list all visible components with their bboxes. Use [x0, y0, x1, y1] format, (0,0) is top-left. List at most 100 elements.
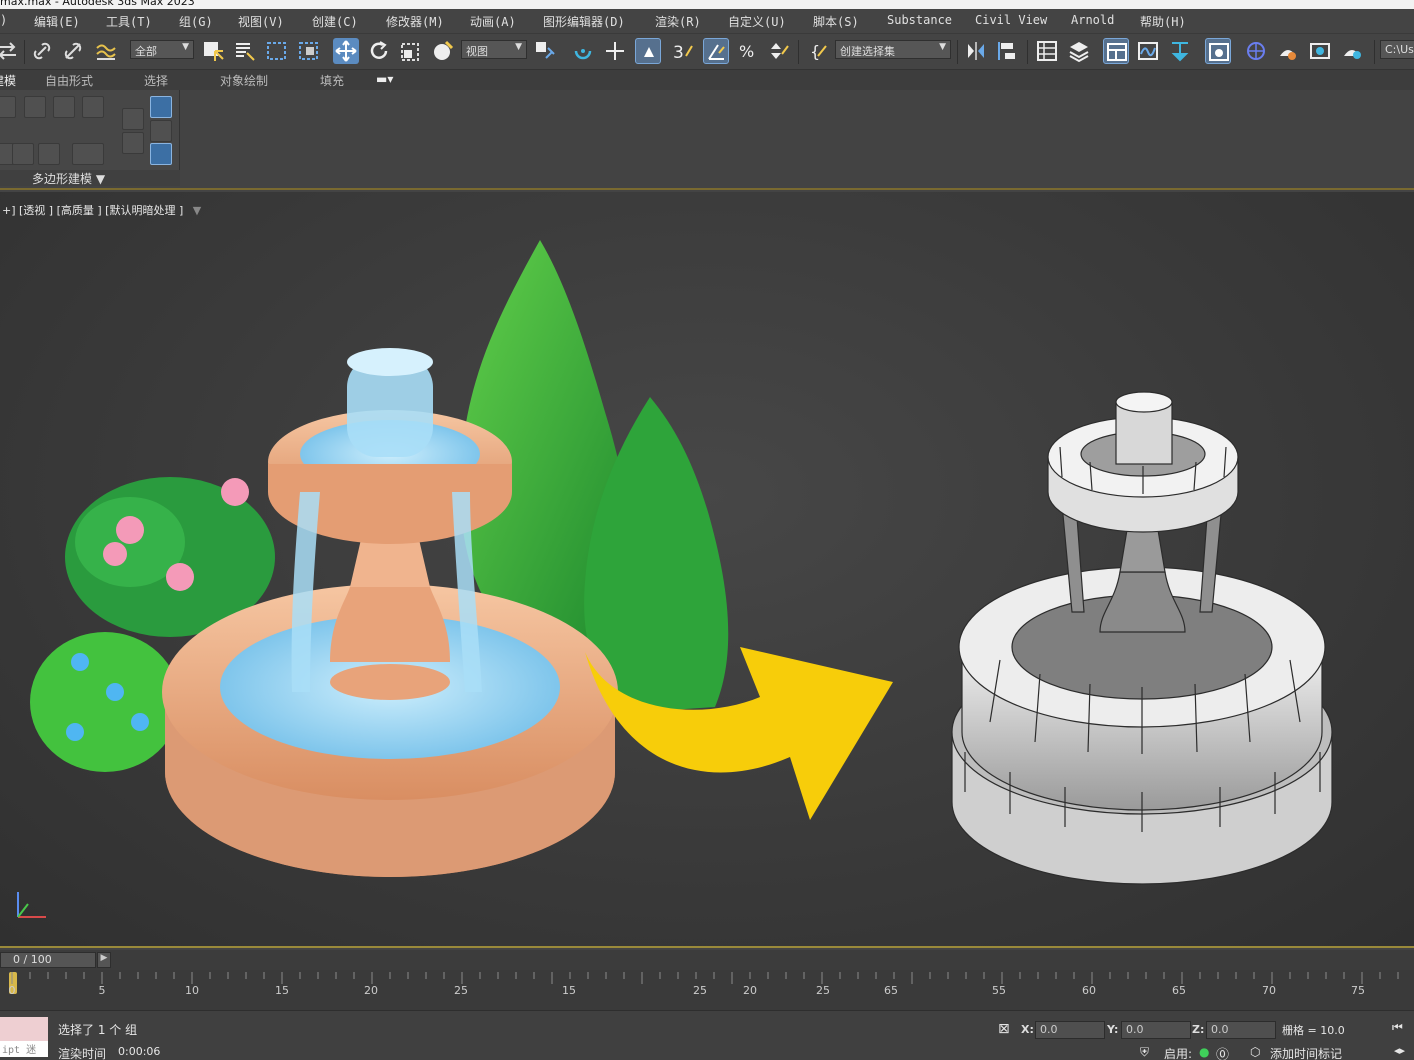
- perspective-viewport[interactable]: +] [透视 ] [高质量 ] [默认明暗处理 ] ▼: [0, 192, 1414, 948]
- vertex-mode-icon[interactable]: [0, 96, 16, 118]
- menu-item-tools[interactable]: 工具(T): [106, 13, 152, 30]
- add-time-tag-button[interactable]: 添加时间标记: [1270, 1045, 1342, 1060]
- undo-redo-icon[interactable]: [0, 38, 20, 64]
- y-label: Y:: [1107, 1023, 1119, 1036]
- menu-item-scripting[interactable]: 脚本(S): [813, 13, 859, 30]
- element-mode-icon[interactable]: [82, 96, 104, 118]
- maxscript-listener[interactable]: ipt 迷: [0, 1017, 48, 1057]
- tick-label: 25: [454, 984, 468, 997]
- preserve-uvs-icon[interactable]: [150, 120, 172, 142]
- ribbon-panel: 多边形建模 ▼: [0, 90, 1414, 190]
- menu-item-create[interactable]: 创建(C): [312, 13, 358, 30]
- main-toolbar: 全部 ▼ 视图 ▼ 3 % {创建选择集 ▼ C:\Us: [0, 34, 1414, 70]
- render-frame-icon[interactable]: [1275, 38, 1301, 64]
- time-tag-icon[interactable]: ⓪: [1216, 1044, 1229, 1060]
- shield-icon: ⛨: [1140, 1045, 1150, 1059]
- track-bar[interactable]: 0 5 10 15 20 25 15 25 20 25 65 55 60 65 …: [0, 970, 1414, 1010]
- tick-label: 65: [884, 984, 898, 997]
- edge-mode-icon[interactable]: [24, 96, 46, 118]
- select-by-name-icon[interactable]: [232, 38, 258, 64]
- unlink-icon[interactable]: [60, 38, 86, 64]
- menu-item-substance[interactable]: Substance: [887, 13, 952, 27]
- absolute-mode-icon[interactable]: ⊠: [998, 1021, 1010, 1037]
- material-editor-icon[interactable]: [1205, 38, 1231, 64]
- ignore-backfacing-icon[interactable]: [150, 96, 172, 118]
- rect-region-icon[interactable]: [264, 38, 290, 64]
- go-to-start-icon[interactable]: ⏮: [1392, 1020, 1403, 1035]
- menu-item-file-fragment[interactable]: ): [0, 13, 7, 27]
- layer-explorer-icon[interactable]: [1066, 38, 1092, 64]
- align-icon[interactable]: [995, 38, 1021, 64]
- scene-explorer-icon[interactable]: [1034, 38, 1060, 64]
- prev-key-icon[interactable]: ◂▸: [1394, 1044, 1405, 1057]
- tab-object-paint[interactable]: 对象绘制: [220, 72, 268, 89]
- named-selection-dropdown[interactable]: 创建选择集 ▼: [835, 40, 951, 59]
- enable-label: 启用:: [1164, 1047, 1193, 1060]
- menu-item-arnold[interactable]: Arnold: [1071, 13, 1114, 27]
- tab-modeling[interactable]: 建模: [0, 72, 16, 89]
- tab-populate[interactable]: 填充: [320, 72, 344, 89]
- window-titlebar: max.max - Autodesk 3ds Max 2023: [0, 0, 1414, 9]
- project-path-value: C:\Us: [1385, 43, 1414, 56]
- pivot-mode-icon[interactable]: [150, 143, 172, 165]
- status-bar: ipt 迷 选择了 1 个 组 渲染时间 0:00:06 ⊠ X: 0.0 Y:…: [0, 1010, 1414, 1060]
- toggle-command-panel-icon[interactable]: [72, 143, 104, 165]
- menu-bar: ) 编辑(E) 工具(T) 组(G) 视图(V) 创建(C) 修改器(M) 动画…: [0, 9, 1414, 34]
- ribbon-options-icon[interactable]: ▬▾: [376, 72, 393, 86]
- reference-coord-dropdown[interactable]: 视图 ▼: [461, 40, 527, 59]
- z-coordinate-field[interactable]: 0.0: [1206, 1021, 1276, 1039]
- chevron-down-icon: ▼: [515, 42, 522, 52]
- show-end-result-icon[interactable]: [38, 143, 60, 165]
- menu-item-customize[interactable]: 自定义(U): [728, 13, 786, 30]
- y-coordinate-field[interactable]: 0.0: [1121, 1021, 1191, 1039]
- project-path-field[interactable]: C:\Us: [1380, 40, 1414, 59]
- curve-editor-icon[interactable]: [1135, 38, 1161, 64]
- polygon-modeling-dropdown[interactable]: 多边形建模 ▼: [0, 170, 180, 186]
- mirror-icon[interactable]: [963, 38, 989, 64]
- render-time-value: 0:00:06: [118, 1045, 161, 1058]
- time-slider-counter[interactable]: 0 / 100: [0, 952, 96, 968]
- use-stack-icon[interactable]: [12, 143, 34, 165]
- pivot-icon[interactable]: [570, 38, 596, 64]
- move-icon[interactable]: [333, 38, 359, 64]
- x-coordinate-field[interactable]: 0.0: [1035, 1021, 1105, 1039]
- angle-snap-icon[interactable]: [703, 38, 729, 64]
- link-icon[interactable]: [29, 38, 55, 64]
- tab-selection[interactable]: 选择: [144, 72, 168, 89]
- keyboard-shortcut-override-icon[interactable]: [635, 38, 661, 64]
- placement-icon[interactable]: [430, 38, 456, 64]
- scale-icon[interactable]: [398, 38, 424, 64]
- tab-freeform[interactable]: 自由形式: [45, 72, 93, 89]
- maxscript-input[interactable]: ipt 迷: [0, 1041, 48, 1057]
- menu-item-help[interactable]: 帮助(H): [1140, 13, 1186, 30]
- percent-snap-icon[interactable]: %: [735, 38, 761, 64]
- select-object-icon[interactable]: [200, 38, 226, 64]
- snap-3d-icon[interactable]: 3: [670, 38, 696, 64]
- schematic-view-icon[interactable]: [1167, 38, 1193, 64]
- menu-item-animation[interactable]: 动画(A): [470, 13, 516, 30]
- rotate-icon[interactable]: [366, 38, 392, 64]
- select-manipulate-icon[interactable]: [532, 38, 558, 64]
- collapse-stack-icon[interactable]: [122, 108, 144, 130]
- menu-item-edit[interactable]: 编辑(E): [34, 13, 80, 30]
- menu-item-civil-view[interactable]: Civil View: [975, 13, 1047, 27]
- generate-topology-icon[interactable]: [122, 132, 144, 154]
- spinner-snap-icon[interactable]: [766, 38, 792, 64]
- menu-item-views[interactable]: 视图(V): [238, 13, 284, 30]
- menu-item-rendering[interactable]: 渲染(R): [655, 13, 701, 30]
- polygon-mode-icon[interactable]: [53, 96, 75, 118]
- tick-label: 65: [1172, 984, 1186, 997]
- toggle-ribbon-icon[interactable]: [1103, 38, 1129, 64]
- named-selection-icon[interactable]: {: [806, 38, 832, 64]
- window-crossing-icon[interactable]: [296, 38, 322, 64]
- bind-spacewarp-icon[interactable]: [93, 38, 119, 64]
- next-frame-button[interactable]: ▶: [97, 952, 111, 968]
- axis-constraint-icon[interactable]: [602, 38, 628, 64]
- menu-item-group[interactable]: 组(G): [179, 13, 213, 30]
- render-icon[interactable]: [1307, 38, 1333, 64]
- menu-item-graph-editors[interactable]: 图形编辑器(D): [543, 13, 625, 30]
- render-cloud-icon[interactable]: [1339, 38, 1365, 64]
- selection-filter-dropdown[interactable]: 全部 ▼: [130, 40, 194, 59]
- menu-item-modifiers[interactable]: 修改器(M): [386, 13, 444, 30]
- render-setup-icon[interactable]: [1243, 38, 1269, 64]
